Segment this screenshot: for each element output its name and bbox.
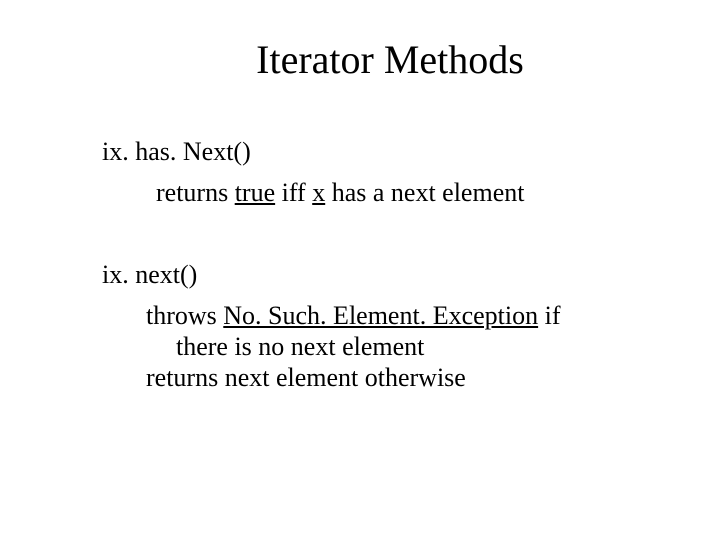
method1-body-true: true [235, 178, 275, 207]
method2-line1: throws No. Such. Element. Exception if [146, 300, 660, 331]
method2-line1-exception: No. Such. Element. Exception [223, 301, 538, 330]
method2-body: throws No. Such. Element. Exception if t… [146, 300, 660, 394]
slide-container: Iterator Methods ix. has. Next() returns… [0, 0, 720, 540]
method1-body-pre: returns [156, 178, 235, 207]
method2-line1-pre: throws [146, 301, 223, 330]
method1-body-post: has a next element [325, 178, 524, 207]
method1-body-mid: iff [275, 178, 312, 207]
method2-heading: ix. next() [102, 260, 660, 290]
method1-heading: ix. has. Next() [102, 137, 660, 167]
method2-line2: there is no next element [176, 331, 660, 362]
slide-title: Iterator Methods [120, 36, 660, 83]
method1-body-x: x [312, 178, 325, 207]
method2-line1-post: if [538, 301, 560, 330]
method2-line3: returns next element otherwise [146, 362, 660, 393]
method1-body: returns true iff x has a next element [156, 177, 660, 210]
